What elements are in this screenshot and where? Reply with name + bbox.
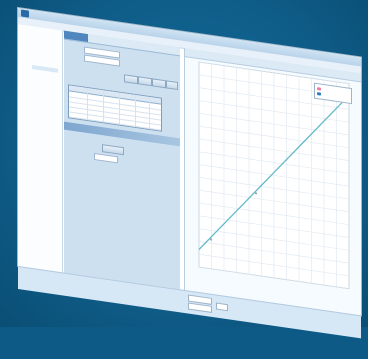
table-col-divider: [135, 94, 136, 128]
toolbar-button[interactable]: [138, 76, 152, 87]
table-col-divider: [87, 87, 88, 121]
table-col-divider: [119, 92, 120, 125]
data-panel: [64, 30, 180, 291]
table-col-divider: [149, 96, 150, 130]
field-label: [68, 150, 92, 158]
screen: [0, 0, 368, 339]
legend-swatch-2: [317, 92, 321, 96]
navigation-tree: [18, 24, 63, 273]
table-col-divider: [103, 90, 104, 123]
field-label: [68, 140, 86, 148]
toolbar-button[interactable]: [124, 74, 138, 85]
toolbar-button[interactable]: [166, 80, 178, 91]
status-field[interactable]: [216, 302, 228, 312]
legend-swatch-1: [317, 87, 321, 91]
toolbar-button[interactable]: [152, 78, 166, 89]
app-logo-icon: [21, 9, 29, 18]
panel-body: [64, 38, 180, 291]
text-field[interactable]: [94, 152, 118, 164]
chart-panel: [184, 47, 361, 316]
application-window: [18, 8, 361, 316]
application-window-perspective: [18, 8, 361, 359]
